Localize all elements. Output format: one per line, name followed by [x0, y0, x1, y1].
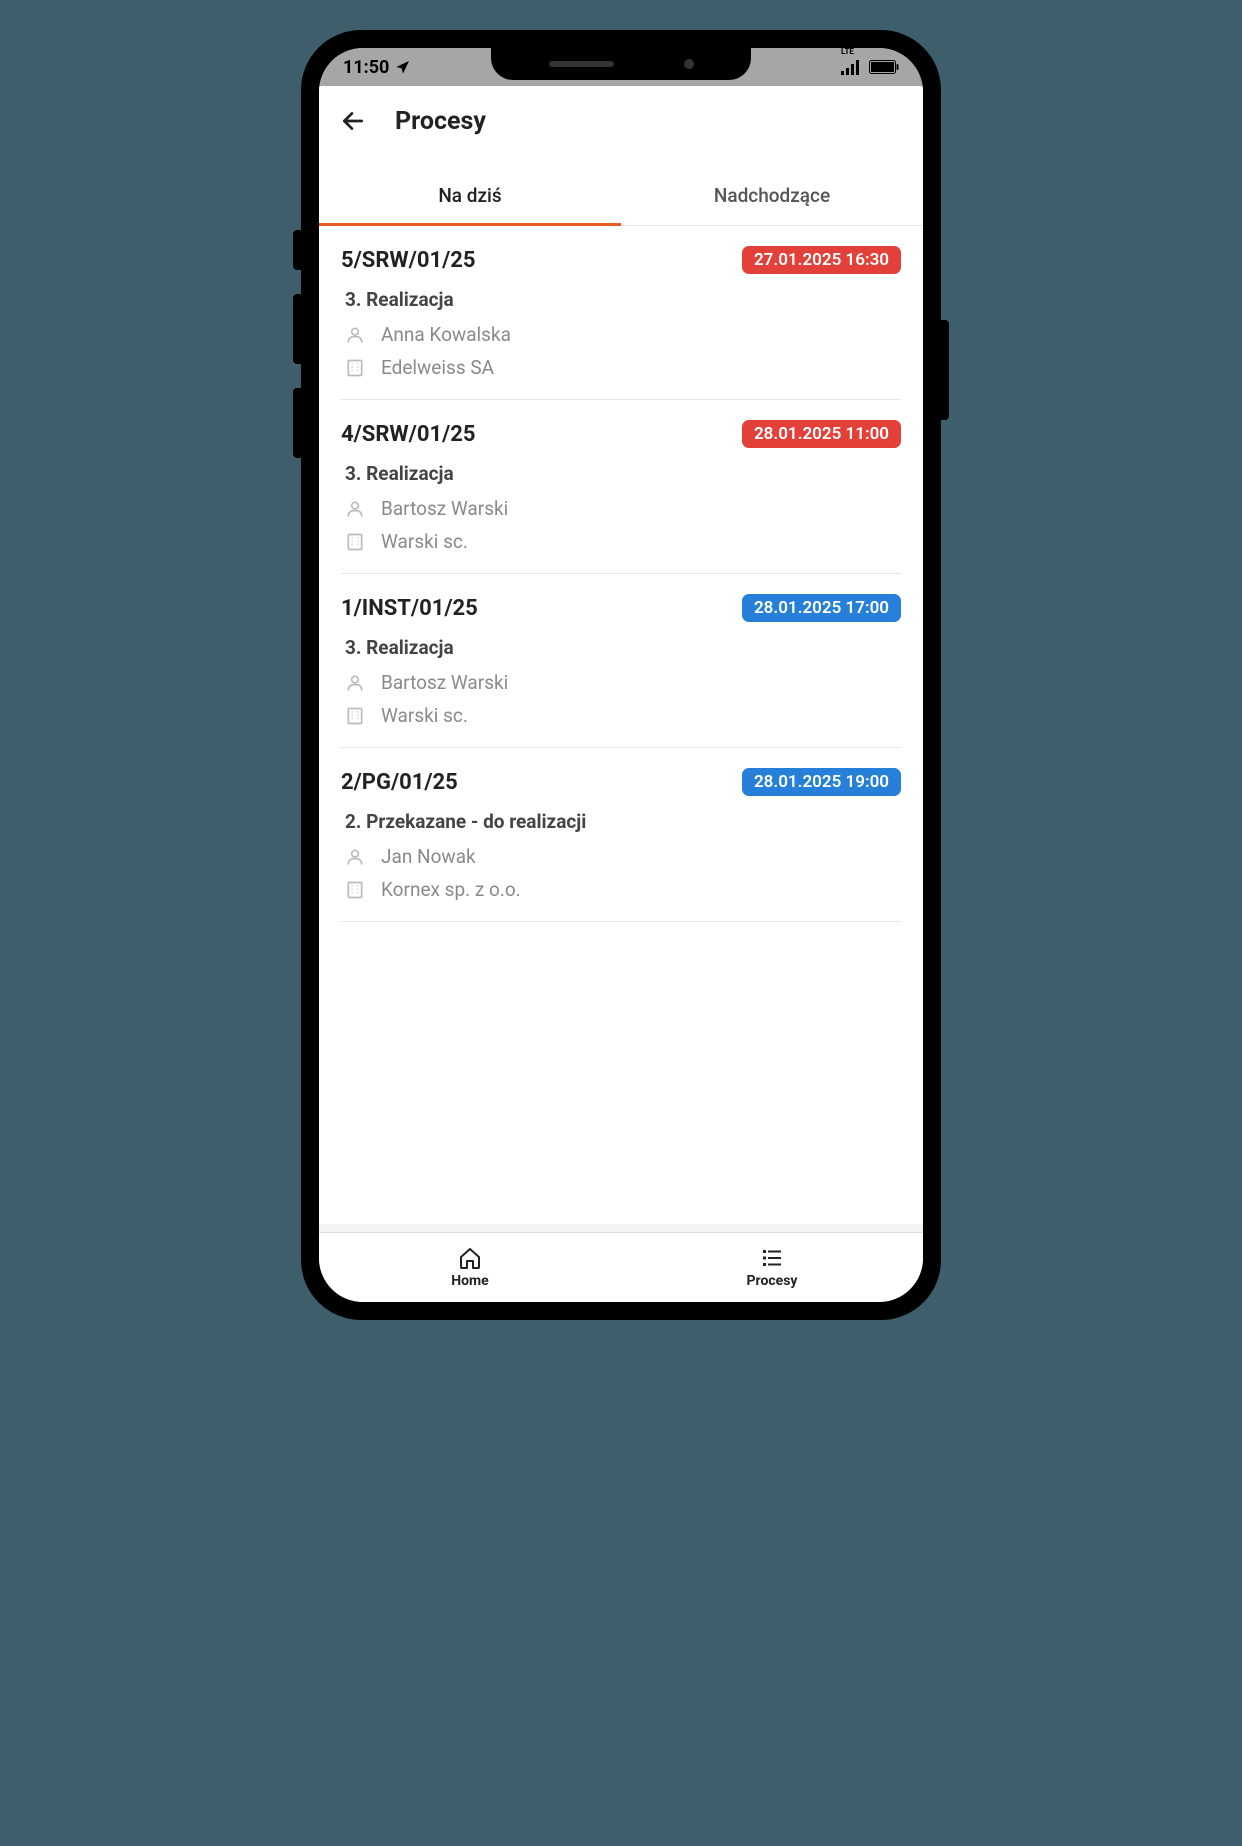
phone-notch — [491, 48, 751, 80]
process-item[interactable]: 2/PG/01/25 28.01.2025 19:00 2. Przekazan… — [341, 748, 901, 922]
person-icon — [345, 673, 365, 693]
tabs: Na dziś Nadchodzące — [319, 156, 923, 226]
battery-icon — [869, 60, 899, 74]
process-id: 1/INST/01/25 — [341, 596, 478, 621]
tab-today[interactable]: Na dziś — [319, 156, 621, 225]
person-icon — [345, 325, 365, 345]
person-icon — [345, 499, 365, 519]
cellular-signal-icon: LTE — [841, 59, 863, 75]
process-person: Bartosz Warski — [381, 497, 508, 520]
process-item[interactable]: 4/SRW/01/25 28.01.2025 11:00 3. Realizac… — [341, 400, 901, 574]
nav-processes[interactable]: Procesy — [621, 1233, 923, 1302]
process-person: Jan Nowak — [381, 845, 476, 868]
status-time: 11:50 — [343, 57, 389, 78]
arrow-left-icon — [340, 108, 366, 134]
tab-upcoming[interactable]: Nadchodzące — [621, 156, 923, 225]
nav-label: Home — [451, 1273, 488, 1289]
phone-power-button — [941, 320, 949, 420]
process-status: 3. Realizacja — [341, 288, 901, 311]
building-icon — [345, 358, 365, 378]
home-icon — [458, 1246, 482, 1270]
process-list[interactable]: 5/SRW/01/25 27.01.2025 16:30 3. Realizac… — [319, 226, 923, 1224]
process-item[interactable]: 5/SRW/01/25 27.01.2025 16:30 3. Realizac… — [341, 226, 901, 400]
building-icon — [345, 880, 365, 900]
process-status: 3. Realizacja — [341, 462, 901, 485]
status-right: LTE — [841, 59, 899, 75]
datetime-badge: 28.01.2025 17:00 — [742, 594, 901, 622]
datetime-badge: 28.01.2025 19:00 — [742, 768, 901, 796]
building-icon — [345, 532, 365, 552]
process-id: 4/SRW/01/25 — [341, 422, 476, 447]
tab-label: Na dziś — [438, 184, 501, 207]
process-company: Warski sc. — [381, 704, 468, 727]
network-type-label: LTE — [841, 48, 854, 56]
page-title: Procesy — [395, 107, 486, 136]
process-status: 3. Realizacja — [341, 636, 901, 659]
phone-volume-up — [293, 294, 301, 364]
nav-label: Procesy — [747, 1273, 798, 1289]
datetime-badge: 27.01.2025 16:30 — [742, 246, 901, 274]
bottom-separator — [319, 1224, 923, 1232]
person-icon — [345, 847, 365, 867]
process-item[interactable]: 1/INST/01/25 28.01.2025 17:00 3. Realiza… — [341, 574, 901, 748]
list-icon — [760, 1246, 784, 1270]
process-person: Anna Kowalska — [381, 323, 511, 346]
phone-frame: 11:50 LTE — [301, 30, 941, 1320]
status-bar: 11:50 LTE — [319, 48, 923, 86]
bottom-nav: Home Procesy — [319, 1232, 923, 1302]
process-id: 5/SRW/01/25 — [341, 248, 476, 273]
nav-home[interactable]: Home — [319, 1233, 621, 1302]
phone-silence-switch — [293, 230, 301, 270]
datetime-badge: 28.01.2025 11:00 — [742, 420, 901, 448]
location-icon — [395, 59, 411, 75]
process-person: Bartosz Warski — [381, 671, 508, 694]
building-icon — [345, 706, 365, 726]
app-header: Procesy — [319, 86, 923, 156]
phone-volume-down — [293, 388, 301, 458]
process-company: Warski sc. — [381, 530, 468, 553]
status-left: 11:50 — [343, 57, 411, 78]
process-status: 2. Przekazane - do realizacji — [341, 810, 901, 833]
process-company: Kornex sp. z o.o. — [381, 878, 521, 901]
back-button[interactable] — [339, 107, 367, 135]
process-company: Edelweiss SA — [381, 356, 494, 379]
process-id: 2/PG/01/25 — [341, 770, 458, 795]
tab-label: Nadchodzące — [714, 184, 830, 207]
screen: 11:50 LTE — [319, 48, 923, 1302]
